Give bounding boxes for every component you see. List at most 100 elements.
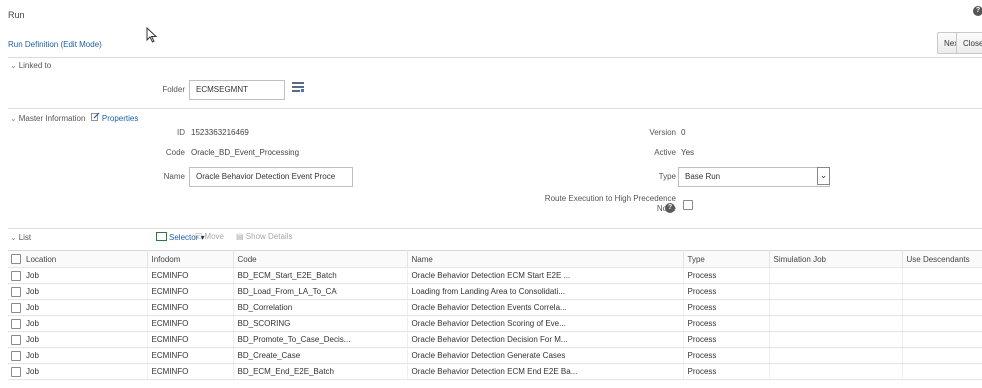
table-row[interactable]: Job ECMINFO BD_SCORING Oracle Behavior Dete… (8, 315, 982, 332)
page-title: Run (8, 10, 25, 20)
row-checkbox[interactable] (11, 367, 21, 377)
id-value: 1523363216469 (191, 128, 249, 137)
cell-location[interactable]: Job (8, 315, 148, 332)
properties-link[interactable]: Properties (102, 114, 138, 123)
row-checkbox[interactable] (11, 351, 21, 361)
cell-text: Job (26, 351, 39, 360)
folder-browse-icon[interactable] (292, 82, 304, 94)
column-header-location[interactable]: Location (8, 250, 148, 268)
cell-location[interactable]: Job (8, 347, 148, 364)
row-checkbox[interactable] (11, 335, 21, 345)
type-select-value: Base Run (685, 172, 721, 181)
row-checkbox[interactable] (11, 319, 21, 329)
cell-code: BD_Correlation (233, 299, 408, 316)
column-header-name[interactable]: Name (407, 250, 684, 268)
cell-code: BD_ECM_Start_E2E_Batch (233, 267, 408, 284)
dropdown-icon[interactable]: ⌄ (817, 167, 830, 185)
move-button[interactable]: ☑ Move (195, 232, 224, 241)
version-label: Version (649, 128, 676, 137)
show-details-label: Show Details (245, 232, 293, 241)
cell-location[interactable]: Job (8, 363, 148, 380)
cell-simulation-job (769, 315, 903, 332)
name-field[interactable]: Oracle Behavior Detection Event Proce (189, 167, 353, 187)
cell-type: Process (683, 363, 770, 380)
help-icon[interactable]: ? (973, 6, 982, 16)
code-value: Oracle_BD_Event_Processing (191, 148, 300, 157)
edit-icon (90, 112, 102, 123)
active-value: Yes (681, 148, 695, 157)
route-execution-checkbox[interactable] (683, 200, 693, 210)
close-button[interactable]: Close (956, 32, 982, 54)
cell-type: Process (683, 267, 770, 284)
cell-name: Loading from Landing Area to Consolidati… (407, 283, 684, 300)
route-label-line1: Route Execution to High Precedence (544, 194, 676, 203)
column-header-simulation-job[interactable]: Simulation Job (769, 250, 903, 268)
cell-use-descendants (902, 363, 982, 380)
show-details-button[interactable]: ▤ Show Details (236, 232, 292, 241)
cell-name: Oracle Behavior Detection Events Correla… (407, 299, 684, 316)
cell-code: BD_Load_From_LA_To_CA (233, 283, 408, 300)
cell-infodom: ECMINFO (147, 315, 234, 332)
table-header-row: Location Infodom Code Name Type Simulati… (8, 250, 982, 268)
cell-code: BD_SCORING (233, 315, 408, 332)
cell-code: BD_Promote_To_Case_Decis... (233, 331, 408, 348)
cell-infodom: ECMINFO (147, 331, 234, 348)
cell-simulation-job (769, 283, 903, 300)
cell-type: Process (683, 331, 770, 348)
cell-location[interactable]: Job (8, 331, 148, 348)
column-header-use-descendants[interactable]: Use Descendants (902, 250, 982, 268)
table-row[interactable]: Job ECMINFO BD_Create_Case Oracle Behavior … (8, 347, 982, 364)
folder-field[interactable]: ECMSEGMNT (189, 80, 285, 100)
cell-text: Job (26, 287, 39, 296)
code-label: Code (165, 148, 185, 157)
cell-type: Process (683, 299, 770, 316)
cell-type: Process (683, 315, 770, 332)
cell-use-descendants (902, 299, 982, 316)
cell-text: Job (26, 319, 39, 328)
breadcrumb[interactable]: Run Definition (Edit Mode) (8, 40, 102, 49)
table-row[interactable]: Job ECMINFO BD_Correlation Oracle Behavior … (8, 299, 982, 316)
table-row[interactable]: Job ECMINFO BD_ECM_Start_E2E_Batch Oracle B… (8, 267, 982, 284)
cell-location[interactable]: Job (8, 267, 148, 284)
type-select[interactable]: Base Run (678, 167, 830, 187)
cell-infodom: ECMINFO (147, 347, 234, 364)
cell-simulation-job (769, 331, 903, 348)
column-header-infodom[interactable]: Infodom (147, 250, 234, 268)
table-row[interactable]: Job ECMINFO BD_ECM_End_E2E_Batch Oracle Beh… (8, 363, 982, 380)
cell-infodom: ECMINFO (147, 267, 234, 284)
chevron-down-icon: ⌄ (10, 233, 17, 242)
column-header-code[interactable]: Code (233, 250, 408, 268)
type-label: Type (658, 172, 676, 181)
column-header-type[interactable]: Type (683, 250, 770, 268)
folder-label: Folder (162, 85, 185, 94)
row-checkbox[interactable] (11, 271, 21, 281)
active-label: Active (654, 148, 676, 157)
table-row[interactable]: Job ECMINFO BD_Load_From_LA_To_CA Loading f… (8, 283, 982, 300)
section-label: Master Information (18, 114, 86, 123)
cell-name: Oracle Behavior Detection ECM End E2E Ba… (407, 363, 684, 380)
details-icon: ▤ (236, 232, 244, 241)
section-label: List (18, 233, 32, 242)
cell-name: Oracle Behavior Detection Generate Cases (407, 347, 684, 364)
table-row[interactable]: Job ECMINFO BD_Promote_To_Case_Decis... Ora… (8, 331, 982, 348)
cell-type: Process (683, 283, 770, 300)
move-icon: ☑ (195, 232, 203, 241)
list-section-header[interactable]: ⌄ List (10, 233, 31, 242)
cell-simulation-job (769, 299, 903, 316)
cell-name: Oracle Behavior Detection Scoring of Eve… (407, 315, 684, 332)
cell-text: Job (26, 335, 39, 344)
row-checkbox[interactable] (11, 287, 21, 297)
master-info-section-header[interactable]: ⌄ Master Information Properties (10, 112, 138, 123)
select-all-checkbox[interactable] (11, 254, 21, 264)
cell-location[interactable]: Job (8, 299, 148, 316)
cell-simulation-job (769, 347, 903, 364)
cell-use-descendants (902, 347, 982, 364)
row-checkbox[interactable] (11, 303, 21, 313)
chevron-down-icon: ⌄ (10, 61, 17, 70)
cell-infodom: ECMINFO (147, 363, 234, 380)
cell-simulation-job (769, 363, 903, 380)
cell-name: Oracle Behavior Detection Decision For M… (407, 331, 684, 348)
linked-to-section-header[interactable]: ⌄ Linked to (10, 61, 51, 70)
cell-location[interactable]: Job (8, 283, 148, 300)
info-icon[interactable]: ? (665, 203, 675, 213)
